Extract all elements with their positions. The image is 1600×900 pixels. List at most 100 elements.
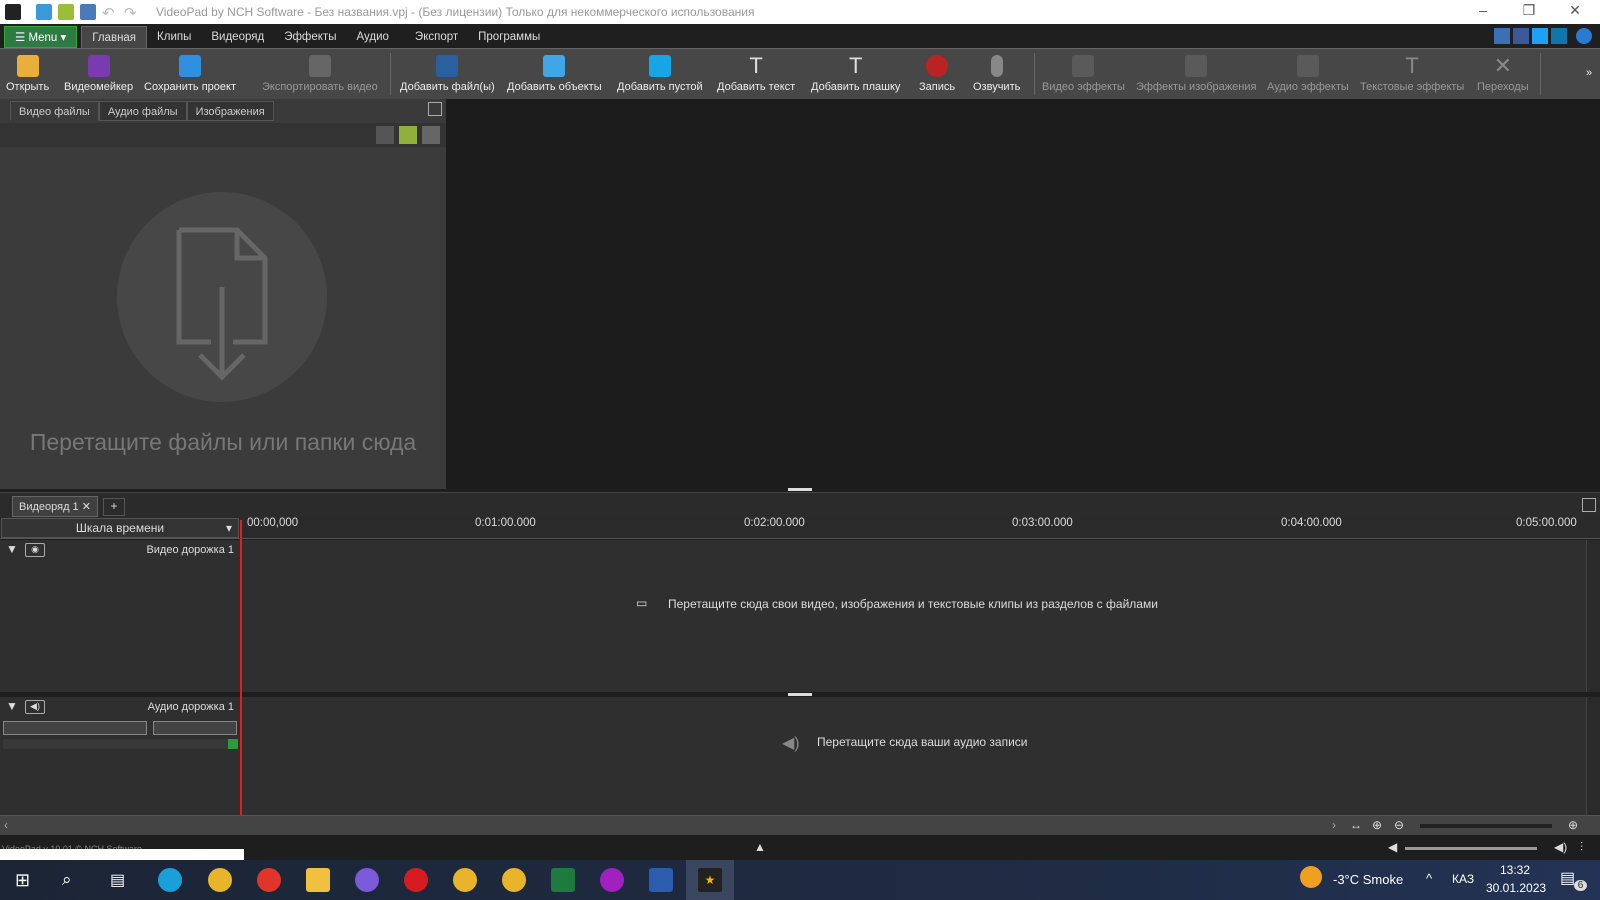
twitter-icon[interactable]	[1532, 28, 1548, 44]
timeline-horizontal-scrollbar[interactable]: ‹ › ↔ ⊕ ⊖ ⊕	[0, 815, 1600, 835]
list-view-icon[interactable]	[422, 126, 440, 144]
narrate-button[interactable]: Озвучить	[973, 49, 1020, 99]
tab-export[interactable]: Экспорт	[405, 26, 468, 48]
videomaker-button[interactable]: Видеомейкер	[64, 49, 133, 99]
track-splitter[interactable]	[788, 693, 812, 696]
close-tab-icon[interactable]: ✕	[82, 501, 91, 513]
excel-icon[interactable]	[551, 868, 575, 892]
tab-sequence-1[interactable]: Видеоряд 1 ✕	[12, 496, 98, 517]
zoom-out-icon[interactable]: ⊖	[1394, 818, 1404, 832]
menu-button[interactable]: ☰ Menu ▾	[4, 26, 78, 48]
linkedin-icon[interactable]	[1551, 28, 1567, 44]
opera-icon[interactable]	[404, 868, 428, 892]
video-effects-button[interactable]: Видео эффекты	[1042, 49, 1125, 99]
record-button[interactable]: Запись	[919, 49, 955, 99]
chrome-icon[interactable]	[208, 868, 232, 892]
pan-slider[interactable]	[153, 721, 237, 735]
delete-icon[interactable]	[376, 126, 394, 144]
track-name: Видео дорожка 1	[146, 544, 234, 556]
volume-slider[interactable]	[3, 721, 147, 735]
video-track-scrollbar[interactable]	[1586, 540, 1600, 692]
undock-icon[interactable]	[428, 102, 442, 116]
audio-track-scrollbar[interactable]	[1586, 697, 1600, 815]
app-icon[interactable]	[355, 868, 379, 892]
zoom-slider[interactable]	[1420, 824, 1552, 828]
add-folder-icon[interactable]	[399, 126, 417, 144]
file-drop-zone[interactable]: Перетащите файлы или папки сюда	[0, 147, 446, 489]
add-caption-button[interactable]: T Добавить плашку	[811, 49, 900, 99]
add-sequence-button[interactable]: +	[103, 498, 125, 516]
playhead[interactable]	[240, 520, 242, 815]
collapse-icon[interactable]: ▼	[6, 542, 18, 556]
notifications-icon[interactable]: ▤	[1560, 868, 1575, 888]
label: Аудио эффекты	[1267, 81, 1349, 93]
mixer-icon[interactable]: ⫶	[1580, 840, 1583, 855]
explorer-icon[interactable]	[306, 868, 330, 892]
save-project-button[interactable]: Сохранить проект	[144, 49, 236, 99]
tray-chevron-icon[interactable]: ^	[1426, 871, 1432, 886]
tab-audio-files[interactable]: Аудио файлы	[98, 101, 187, 121]
tab-images[interactable]: Изображения	[186, 101, 274, 121]
open-button[interactable]: Открыть	[6, 49, 49, 99]
chrome-profile-2-icon[interactable]	[502, 868, 526, 892]
eye-icon[interactable]: ◉	[25, 543, 45, 557]
open-icon[interactable]	[58, 4, 74, 20]
tab-programs[interactable]: Программы	[468, 26, 550, 48]
tab-clips[interactable]: Клипы	[147, 26, 201, 48]
weather-text[interactable]: -3°C Smoke	[1333, 872, 1403, 887]
undock-timeline-icon[interactable]	[1582, 498, 1596, 512]
clock-date[interactable]: 30.01.2023	[1486, 881, 1546, 895]
task-view-icon[interactable]: ▤	[110, 870, 125, 890]
text-fx-icon: T	[1405, 53, 1419, 78]
opera-gx-icon[interactable]	[600, 868, 624, 892]
image-effects-button[interactable]: Эффекты изображения	[1136, 49, 1256, 99]
word-icon[interactable]	[649, 868, 673, 892]
scroll-left-icon[interactable]: ‹	[4, 818, 8, 832]
redo-icon[interactable]: ↷	[124, 4, 140, 22]
search-icon[interactable]: ⌕	[62, 870, 72, 890]
level-meter	[3, 739, 228, 749]
save-icon[interactable]	[80, 4, 96, 20]
zoom-in-icon[interactable]: ⊕	[1372, 818, 1382, 832]
yandex-icon[interactable]	[257, 868, 281, 892]
new-project-icon[interactable]	[36, 4, 52, 20]
minimize-button[interactable]: –	[1468, 2, 1498, 18]
timescale-dropdown[interactable]: Шкала времени ▾	[1, 518, 239, 538]
collapse-icon[interactable]: ▼	[6, 699, 18, 713]
language-indicator[interactable]: КАЗ	[1452, 872, 1474, 886]
scroll-right-icon[interactable]: ›	[1332, 818, 1336, 832]
ribbon-tabs: ☰ Menu ▾ Главная Клипы Видеоряд Эффекты …	[0, 24, 1600, 48]
edge-icon[interactable]	[158, 868, 182, 892]
restore-button[interactable]: ❐	[1514, 2, 1544, 19]
master-volume-slider[interactable]	[1405, 847, 1537, 850]
start-icon[interactable]: ⊞	[15, 870, 30, 891]
add-blank-button[interactable]: Добавить пустой	[617, 49, 703, 99]
label: Экспортировать видео	[262, 81, 378, 93]
audio-effects-button[interactable]: Аудио эффекты	[1267, 49, 1349, 99]
text-effects-button[interactable]: T Текстовые эффекты	[1360, 49, 1464, 99]
zoom-icon[interactable]: ⊕	[1568, 818, 1578, 832]
tab-video-files[interactable]: Видео файлы	[10, 101, 99, 121]
add-files-button[interactable]: Добавить файл(ы)	[400, 49, 495, 99]
clock-time[interactable]: 13:32	[1500, 863, 1530, 877]
videopad-taskbar-button[interactable]: ★	[686, 860, 734, 900]
facebook-icon[interactable]	[1513, 28, 1529, 44]
transitions-button[interactable]: ✕ Переходы	[1477, 49, 1529, 99]
tab-home[interactable]: Главная	[81, 26, 148, 48]
horizontal-splitter[interactable]	[788, 488, 812, 491]
expand-icon[interactable]: ▲	[754, 840, 766, 854]
like-icon[interactable]	[1494, 28, 1510, 44]
add-text-button[interactable]: T Добавить текст	[717, 49, 795, 99]
speaker-icon[interactable]: ◀)	[25, 700, 45, 714]
undo-icon[interactable]: ↶	[102, 4, 118, 22]
tab-effects[interactable]: Эффекты	[274, 26, 346, 48]
export-video-button[interactable]: Экспортировать видео	[262, 49, 378, 99]
help-icon[interactable]	[1576, 28, 1592, 44]
tab-sequence[interactable]: Видеоряд	[201, 26, 274, 48]
more-icon[interactable]: »	[1586, 67, 1592, 81]
fit-icon[interactable]: ↔	[1350, 818, 1362, 832]
chrome-profile-icon[interactable]	[453, 868, 477, 892]
add-objects-button[interactable]: Добавить объекты	[507, 49, 602, 99]
tab-audio[interactable]: Аудио	[346, 26, 398, 48]
close-button[interactable]: ✕	[1560, 2, 1590, 19]
